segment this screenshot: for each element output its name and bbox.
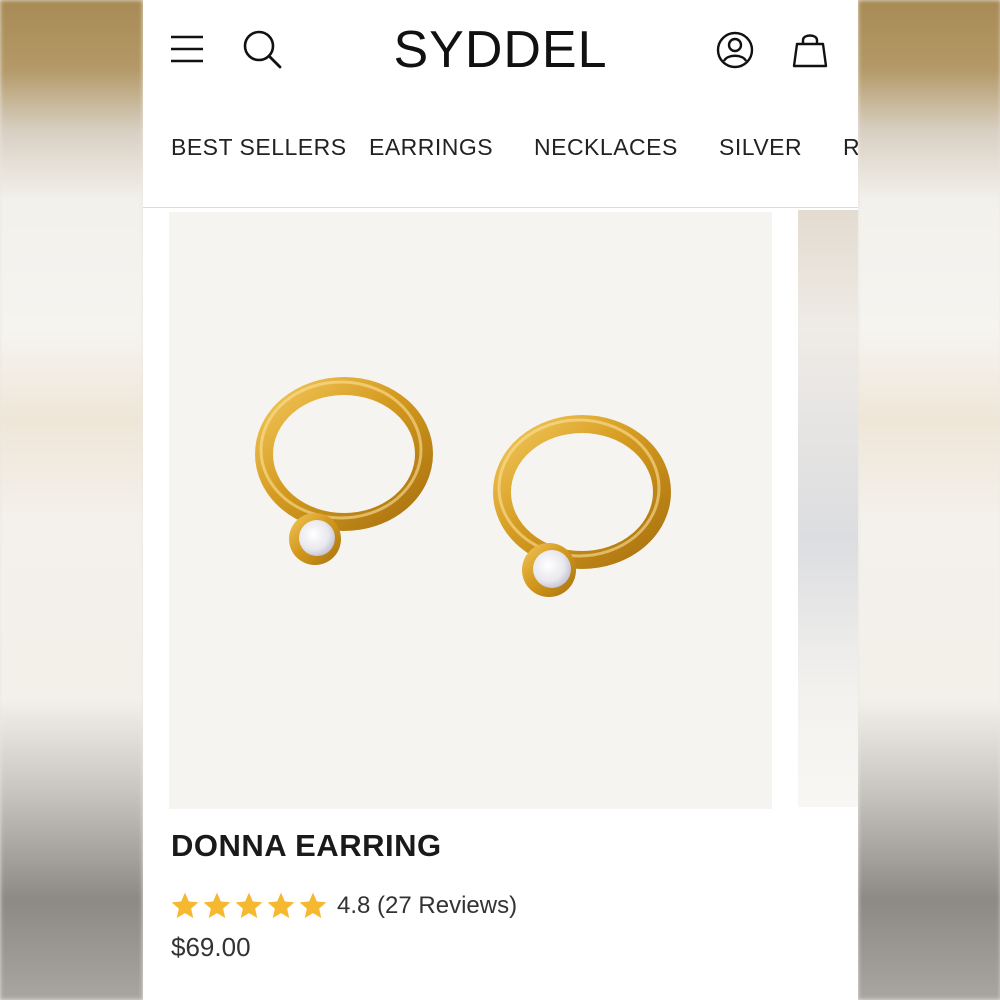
account-icon[interactable] bbox=[715, 30, 755, 70]
category-nav: BEST SELLERS EARRINGS NECKLACES SILVER R bbox=[143, 120, 858, 176]
star-icon bbox=[267, 892, 295, 918]
site-header: SYDDEL bbox=[143, 0, 858, 100]
gold-hoop-earrings-image bbox=[255, 377, 671, 597]
product-image[interactable] bbox=[169, 212, 772, 809]
star-icon bbox=[235, 892, 263, 918]
background-blur-left bbox=[0, 0, 143, 1000]
rating-row[interactable]: 4.8 (27 Reviews) bbox=[169, 888, 517, 924]
star-icon bbox=[299, 892, 327, 918]
product-title[interactable]: DONNA EARRING bbox=[171, 828, 442, 864]
star-icon bbox=[171, 892, 199, 918]
nav-divider bbox=[143, 207, 858, 208]
nav-item-earrings[interactable]: EARRINGS bbox=[369, 134, 493, 161]
rating-text[interactable]: 4.8 (27 Reviews) bbox=[337, 892, 517, 920]
star-icon bbox=[203, 892, 231, 918]
next-product-image-preview[interactable] bbox=[798, 210, 858, 807]
nav-item-partial[interactable]: R bbox=[843, 134, 858, 161]
background-blur-right bbox=[858, 0, 1000, 1000]
mobile-page: SYDDEL BEST SELLERS EARRINGS NECKLACES S… bbox=[143, 0, 858, 1000]
nav-item-silver[interactable]: SILVER bbox=[719, 134, 802, 161]
nav-item-best-sellers[interactable]: BEST SELLERS bbox=[171, 134, 347, 161]
product-price: $69.00 bbox=[171, 932, 251, 962]
star-rating bbox=[169, 890, 329, 922]
nav-item-necklaces[interactable]: NECKLACES bbox=[534, 134, 678, 161]
bag-icon[interactable] bbox=[791, 30, 829, 70]
